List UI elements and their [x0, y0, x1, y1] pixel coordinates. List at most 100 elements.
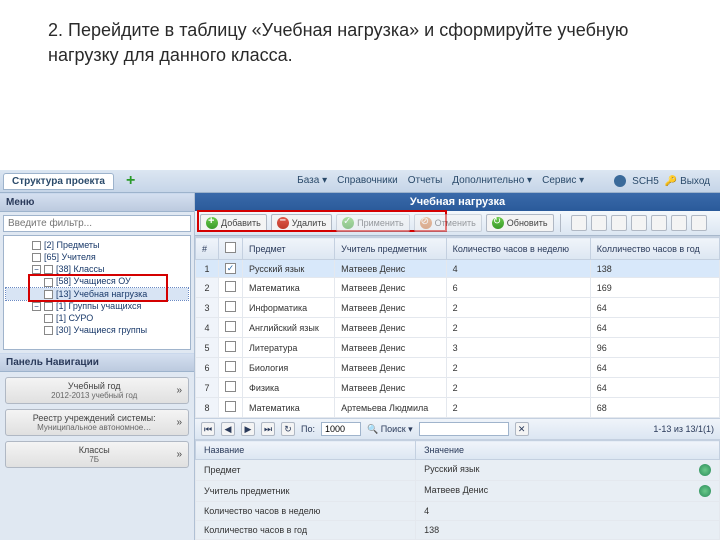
table-row[interactable]: 7ФизикаМатвеев Денис264	[196, 378, 720, 398]
tree-node-students[interactable]: [58] Учащиеся ОУ	[6, 275, 188, 287]
cell-teacher[interactable]: Матвеев Денис	[335, 358, 446, 378]
cell-hours-week[interactable]: 2	[446, 358, 590, 378]
pager-clear[interactable]: ✕	[515, 422, 529, 436]
cell-hours-week[interactable]: 4	[446, 260, 590, 278]
pager-search[interactable]: 🔍 Поиск ▾	[367, 424, 413, 435]
col-checkbox[interactable]	[219, 238, 243, 260]
table-row[interactable]: 5ЛитератураМатвеев Денис396	[196, 338, 720, 358]
tool-icon-6[interactable]	[671, 215, 687, 231]
apply-button[interactable]: Применить	[336, 214, 410, 232]
row-checkbox[interactable]	[219, 358, 243, 378]
pager-prev[interactable]: ◀	[221, 422, 235, 436]
tree-node-group-students[interactable]: [30] Учащиеся группы	[6, 324, 188, 336]
logout-link[interactable]: 🔑 Выход	[665, 176, 710, 187]
detail-col-value[interactable]: Значение	[416, 441, 720, 460]
cell-subject[interactable]: Математика	[243, 398, 335, 418]
cell-hours-week[interactable]: 2	[446, 298, 590, 318]
col-subject[interactable]: Предмет	[243, 238, 335, 260]
cell-hours-year[interactable]: 64	[590, 318, 719, 338]
menu-reports[interactable]: Отчеты	[408, 175, 443, 187]
row-checkbox[interactable]	[219, 378, 243, 398]
tool-icon-2[interactable]	[591, 215, 607, 231]
cell-hours-year[interactable]: 68	[590, 398, 719, 418]
row-checkbox[interactable]	[219, 298, 243, 318]
tool-icon-7[interactable]	[691, 215, 707, 231]
col-hours-year[interactable]: Колличество часов в год	[590, 238, 719, 260]
menu-base[interactable]: База ▾	[297, 175, 327, 187]
cell-subject[interactable]: Информатика	[243, 298, 335, 318]
cell-hours-year[interactable]: 64	[590, 358, 719, 378]
nav-school-year[interactable]: Учебный год2012-2013 учебный год»	[5, 377, 189, 404]
cell-subject[interactable]: Физика	[243, 378, 335, 398]
tree-node-workload[interactable]: [13] Учебная нагрузка	[6, 288, 188, 300]
menu-directories[interactable]: Справочники	[337, 175, 398, 187]
cell-subject[interactable]: Математика	[243, 278, 335, 298]
row-checkbox[interactable]	[219, 318, 243, 338]
menu-service[interactable]: Сервис ▾	[542, 175, 584, 187]
cell-teacher[interactable]: Матвеев Денис	[335, 298, 446, 318]
project-structure-tab[interactable]: Структура проекта	[3, 173, 114, 190]
cell-hours-week[interactable]: 2	[446, 378, 590, 398]
table-row[interactable]: 8МатематикаАртемьева Людмила268	[196, 398, 720, 418]
cancel-button[interactable]: Отменить	[414, 214, 482, 232]
project-tree[interactable]: [2] Предметы [65] Учителя −[38] Классы […	[3, 235, 191, 350]
detail-col-name[interactable]: Название	[196, 441, 416, 460]
cell-hours-year[interactable]: 64	[590, 298, 719, 318]
cell-hours-week[interactable]: 2	[446, 398, 590, 418]
cell-teacher[interactable]: Матвеев Денис	[335, 338, 446, 358]
pager-last[interactable]: ⏭	[261, 422, 275, 436]
detail-val[interactable]: Матвеев Денис	[416, 481, 720, 502]
tree-filter-input[interactable]	[3, 215, 191, 232]
cell-hours-week[interactable]: 2	[446, 318, 590, 338]
tree-node-subjects[interactable]: [2] Предметы	[6, 239, 188, 251]
cell-hours-year[interactable]: 138	[590, 260, 719, 278]
col-hours-week[interactable]: Количество часов в неделю	[446, 238, 590, 260]
tool-icon-1[interactable]	[571, 215, 587, 231]
pager-size-input[interactable]	[321, 422, 361, 436]
pager-refresh[interactable]: ↻	[281, 422, 295, 436]
globe-icon[interactable]	[699, 464, 711, 476]
workload-grid[interactable]: # Предмет Учитель предметник Количество …	[195, 236, 720, 418]
pager-search-input[interactable]	[419, 422, 509, 436]
cell-hours-year[interactable]: 96	[590, 338, 719, 358]
tool-icon-3[interactable]	[611, 215, 627, 231]
cell-hours-year[interactable]: 64	[590, 378, 719, 398]
cell-teacher[interactable]: Матвеев Денис	[335, 278, 446, 298]
cell-subject[interactable]: Биология	[243, 358, 335, 378]
row-checkbox[interactable]	[219, 278, 243, 298]
nav-registry[interactable]: Реестр учреждений системы:Муниципальное …	[5, 409, 189, 436]
row-checkbox[interactable]	[219, 338, 243, 358]
menu-additional[interactable]: Дополнительно ▾	[452, 175, 532, 187]
pager-next[interactable]: ▶	[241, 422, 255, 436]
table-row[interactable]: 4Английский языкМатвеев Денис264	[196, 318, 720, 338]
cell-hours-year[interactable]: 169	[590, 278, 719, 298]
detail-val[interactable]: 4	[416, 502, 720, 521]
col-teacher[interactable]: Учитель предметник	[335, 238, 446, 260]
row-checkbox[interactable]	[219, 260, 243, 278]
table-row[interactable]: 3ИнформатикаМатвеев Денис264	[196, 298, 720, 318]
cell-teacher[interactable]: Артемьева Людмила	[335, 398, 446, 418]
col-rownum[interactable]: #	[196, 238, 219, 260]
tool-icon-4[interactable]	[631, 215, 647, 231]
tool-icon-5[interactable]	[651, 215, 667, 231]
cell-subject[interactable]: Английский язык	[243, 318, 335, 338]
cell-subject[interactable]: Литература	[243, 338, 335, 358]
globe-icon[interactable]	[699, 485, 711, 497]
row-checkbox[interactable]	[219, 398, 243, 418]
delete-button[interactable]: Удалить	[271, 214, 332, 232]
detail-val[interactable]: 138	[416, 521, 720, 540]
cell-subject[interactable]: Русский язык	[243, 260, 335, 278]
tree-node-groups[interactable]: −[1] Группы учащихся	[6, 300, 188, 312]
detail-val[interactable]: Русский язык	[416, 460, 720, 481]
tree-node-classes[interactable]: −[38] Классы	[6, 263, 188, 275]
add-tab-button[interactable]: +	[120, 172, 141, 190]
cell-teacher[interactable]: Матвеев Денис	[335, 378, 446, 398]
tree-node-teachers[interactable]: [65] Учителя	[6, 251, 188, 263]
refresh-button[interactable]: Обновить	[486, 214, 554, 232]
cell-hours-week[interactable]: 6	[446, 278, 590, 298]
pager-first[interactable]: ⏮	[201, 422, 215, 436]
tree-node-suro[interactable]: [1] СУРО	[6, 312, 188, 324]
cell-hours-week[interactable]: 3	[446, 338, 590, 358]
table-row[interactable]: 2МатематикаМатвеев Денис6169	[196, 278, 720, 298]
cell-teacher[interactable]: Матвеев Денис	[335, 260, 446, 278]
